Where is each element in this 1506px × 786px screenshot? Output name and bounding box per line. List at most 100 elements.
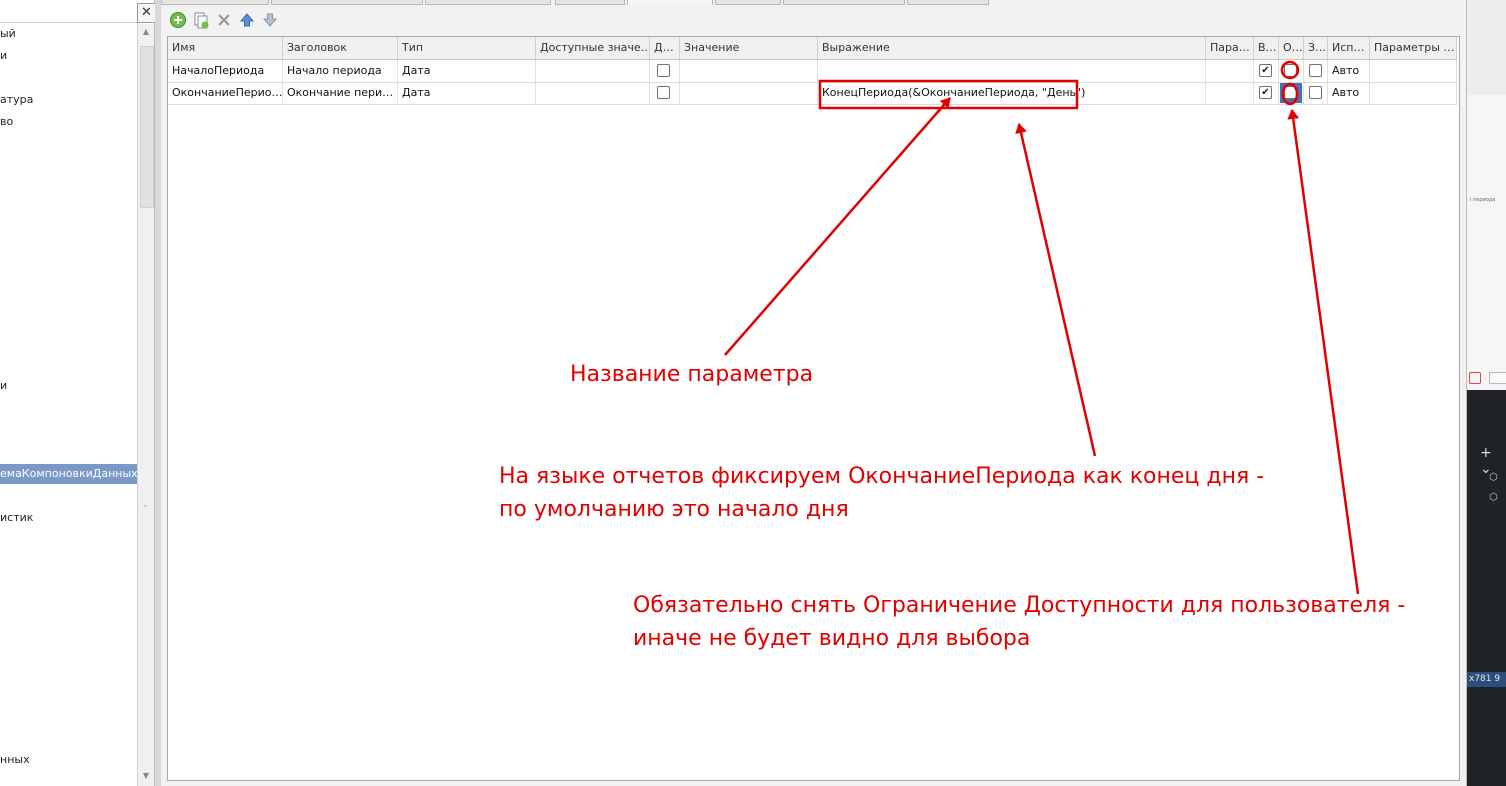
z-checkbox[interactable] <box>1309 64 1322 77</box>
cell-type[interactable]: Дата <box>398 60 536 82</box>
move-up-icon <box>239 13 255 27</box>
cell-use[interactable]: Авто <box>1328 60 1370 82</box>
cell-v: ✔ <box>1254 82 1279 104</box>
cell-value[interactable] <box>680 82 818 104</box>
copy-button[interactable] <box>192 11 212 31</box>
cell-value[interactable] <box>680 60 818 82</box>
scroll-down-icon[interactable]: ▼ <box>140 770 152 782</box>
add-button[interactable] <box>169 11 189 31</box>
cell-expression[interactable]: КонецПериода(&ОкончаниеПериода, "День") <box>818 82 1206 104</box>
annotation-expression-line1: На языке отчетов фиксируем ОкончаниеПери… <box>499 464 1265 489</box>
column-header-value[interactable]: Значение <box>680 37 818 59</box>
annotation-restriction-line1: Обязательно снять Ограничение Доступност… <box>633 593 1406 618</box>
z-checkbox[interactable] <box>1309 86 1322 99</box>
background-window-icon <box>1469 372 1481 384</box>
move-up-button[interactable] <box>238 11 258 31</box>
coordinate-readout: x781 9 <box>1467 672 1506 687</box>
cell-use[interactable]: Авто <box>1328 82 1370 104</box>
d-checkbox[interactable] <box>657 64 670 77</box>
cell-z <box>1304 60 1328 82</box>
parameters-editor: Имя Заголовок Тип Доступные значе… Д… Зн… <box>161 0 1466 786</box>
tab[interactable] <box>555 0 625 5</box>
cell-d <box>650 60 680 82</box>
scroll-grip-icon: ⁼ <box>143 504 148 514</box>
availability-restriction-checkbox[interactable] <box>1284 64 1297 77</box>
v-checkbox[interactable]: ✔ <box>1259 64 1272 77</box>
parameters-table[interactable]: Имя Заголовок Тип Доступные значе… Д… Зн… <box>167 36 1460 781</box>
cell-d <box>650 82 680 104</box>
delete-icon <box>218 14 230 26</box>
cell-edit-params[interactable] <box>1370 82 1457 104</box>
close-panel-button[interactable]: ✕ <box>137 3 156 23</box>
cell-expression[interactable] <box>818 60 1206 82</box>
tab[interactable] <box>271 0 423 5</box>
scroll-up-icon[interactable]: ▲ <box>140 26 152 38</box>
tree-item[interactable]: и <box>0 46 7 66</box>
cell-name[interactable]: ОкончаниеПерио… <box>168 82 283 104</box>
tab[interactable] <box>907 0 989 5</box>
tree-item[interactable]: емаКомпоновкиДанных <box>0 464 144 484</box>
tree-item[interactable]: во <box>0 112 13 132</box>
annotation-parameter-name: Название параметра <box>570 362 814 387</box>
column-header-title[interactable]: Заголовок <box>283 37 398 59</box>
cell-available-values[interactable] <box>536 60 650 82</box>
cell-name[interactable]: НачалоПериода <box>168 60 283 82</box>
table-row[interactable]: НачалоПериода Начало периода Дата ✔ Авто <box>168 60 1457 83</box>
table-header: Имя Заголовок Тип Доступные значе… Д… Зн… <box>168 37 1457 60</box>
availability-restriction-checkbox[interactable] <box>1284 86 1297 99</box>
tree-list: ый и атура во и емаКомпоновкиДанных истик нных <box>0 24 144 786</box>
cell-available-values[interactable] <box>536 82 650 104</box>
tree-panel: ✕ ый и атура во и емаКомпоновкиДанных истик нны… <box>0 0 156 786</box>
cell-z <box>1304 82 1328 104</box>
copy-icon <box>194 12 209 29</box>
cell-o <box>1279 60 1304 82</box>
column-header-params[interactable]: Пара… <box>1206 37 1254 59</box>
background-window: l периода + ⌄ ⬡ ⬡ x781 9 <box>1466 0 1506 786</box>
move-down-button[interactable] <box>261 11 281 31</box>
column-header-name[interactable]: Имя <box>168 37 283 59</box>
background-window-button <box>1489 372 1506 384</box>
delete-button[interactable] <box>215 11 235 31</box>
column-header-available-values[interactable]: Доступные значе… <box>536 37 650 59</box>
column-header-z[interactable]: З… <box>1304 37 1328 59</box>
tab-parameters[interactable] <box>627 0 713 5</box>
column-header-v[interactable]: В… <box>1254 37 1279 59</box>
tree-panel-header <box>0 0 137 23</box>
cell-type[interactable]: Дата <box>398 82 536 104</box>
scroll-thumb[interactable] <box>140 46 154 208</box>
cell-params[interactable] <box>1206 60 1254 82</box>
background-window-text: l периода <box>1470 197 1496 203</box>
cell-title[interactable]: Начало периода <box>283 60 398 82</box>
background-window-panel: l периода <box>1467 95 1506 390</box>
tree-item[interactable]: атура <box>0 90 33 110</box>
cell-o <box>1279 82 1304 104</box>
cell-v: ✔ <box>1254 60 1279 82</box>
background-dark-panel: + ⌄ ⬡ ⬡ x781 9 <box>1467 390 1506 786</box>
column-header-d[interactable]: Д… <box>650 37 680 59</box>
move-down-icon <box>262 13 278 27</box>
tree-item[interactable]: истик <box>0 508 33 528</box>
tab[interactable] <box>161 0 269 5</box>
tree-item[interactable]: и <box>0 376 7 396</box>
v-checkbox[interactable]: ✔ <box>1259 86 1272 99</box>
column-header-o[interactable]: О… <box>1279 37 1304 59</box>
annotation-expression-line2: по умолчанию это начало дня <box>499 497 849 522</box>
cube-icon: ⬡ <box>1489 472 1498 483</box>
tree-scrollbar[interactable]: ▲ ⁼ ▼ <box>137 24 154 786</box>
column-header-type[interactable]: Тип <box>398 37 536 59</box>
tree-item[interactable]: нных <box>0 750 30 770</box>
cell-edit-params[interactable] <box>1370 60 1457 82</box>
d-checkbox[interactable] <box>657 86 670 99</box>
column-header-edit-params[interactable]: Параметры … <box>1370 37 1457 59</box>
tree-item[interactable]: ый <box>0 24 16 44</box>
cell-params[interactable] <box>1206 82 1254 104</box>
tab[interactable] <box>715 0 781 5</box>
column-header-use[interactable]: Исп… <box>1328 37 1370 59</box>
cube-icon: ⬡ <box>1489 492 1498 503</box>
tab[interactable] <box>425 0 551 5</box>
annotation-restriction-line2: иначе не будет видно для выбора <box>633 626 1031 651</box>
cell-title[interactable]: Окончание пери… <box>283 82 398 104</box>
column-header-expression[interactable]: Выражение <box>818 37 1206 59</box>
table-row[interactable]: ОкончаниеПерио… Окончание пери… Дата Кон… <box>168 82 1457 105</box>
tab[interactable] <box>783 0 905 5</box>
